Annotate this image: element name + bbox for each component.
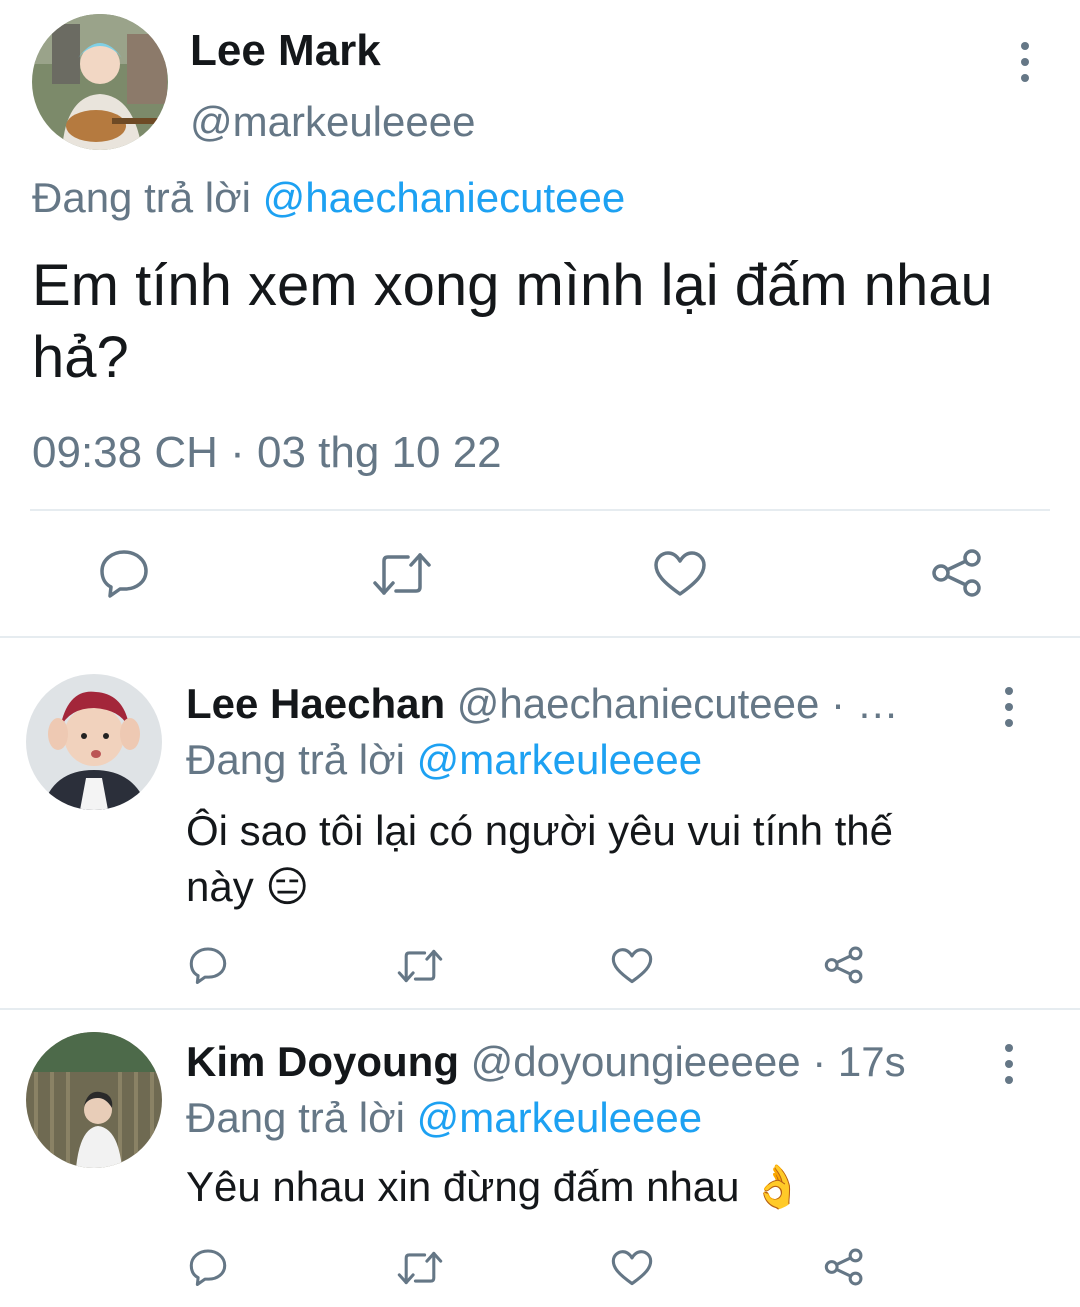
retweet-icon[interactable]: [397, 1250, 443, 1286]
inner-divider: [30, 509, 1050, 511]
replying-to: Đang trả lời @haechaniecuteee: [32, 174, 625, 222]
section-divider: [0, 1008, 1080, 1010]
author-name[interactable]: Lee Haechan: [186, 680, 445, 727]
like-icon[interactable]: [653, 550, 707, 598]
retweet-icon[interactable]: [372, 551, 432, 597]
reply-text: Yêu nhau xin đừng đấm nhau: [186, 1163, 740, 1210]
retweet-icon[interactable]: [397, 948, 443, 984]
like-icon[interactable]: [611, 1249, 653, 1287]
replying-to: Đang trả lời @markeuleeee: [186, 736, 702, 784]
tweet-text-line-1: Em tính xem xong mình lại đấm nhau: [32, 253, 993, 318]
timestamp[interactable]: 09:38 CH · 03 thg 10 22: [32, 428, 502, 478]
reply-icon[interactable]: [188, 1248, 228, 1286]
replying-to-handle[interactable]: @markeuleeee: [417, 736, 702, 783]
replying-to-handle[interactable]: @haechaniecuteee: [263, 174, 626, 221]
reply-text: này: [186, 863, 254, 910]
expressionless-emoji: 😑: [265, 862, 310, 911]
avatar[interactable]: [26, 674, 162, 810]
section-divider: [0, 636, 1080, 638]
author-handle-meta[interactable]: @haechaniecuteee · …: [457, 680, 899, 727]
author-handle-meta[interactable]: @doyoungieeeee · 17s: [471, 1038, 906, 1085]
reply-text-line-1: Ôi sao tôi lại có người yêu vui tính thế: [186, 807, 894, 854]
more-options-icon[interactable]: [1004, 687, 1014, 727]
share-icon[interactable]: [823, 945, 865, 985]
replying-prefix: Đang trả lời: [32, 174, 251, 221]
share-icon[interactable]: [823, 1247, 865, 1287]
more-options-icon[interactable]: [1020, 42, 1030, 82]
replying-prefix: Đang trả lời: [186, 1094, 405, 1141]
author-name[interactable]: Kim Doyoung: [186, 1038, 459, 1085]
more-options-icon[interactable]: [1004, 1044, 1014, 1084]
tweet-text-line-2: hả?: [32, 325, 129, 390]
reply-icon[interactable]: [98, 548, 150, 598]
share-icon[interactable]: [930, 547, 984, 599]
reply-text-line-1: Yêu nhau xin đừng đấm nhau 👌: [186, 1162, 804, 1212]
replying-to-handle[interactable]: @markeuleeee: [417, 1094, 702, 1141]
reply-text-line-2: này 😑: [186, 862, 309, 911]
author-name[interactable]: Lee Mark: [190, 26, 381, 76]
reply-icon[interactable]: [188, 946, 228, 984]
like-icon[interactable]: [611, 947, 653, 985]
reply-header: Lee Haechan @haechaniecuteee · …: [186, 680, 899, 728]
reply-header: Kim Doyoung @doyoungieeeee · 17s: [186, 1038, 906, 1086]
replying-prefix: Đang trả lời: [186, 736, 405, 783]
avatar[interactable]: [26, 1032, 162, 1168]
ok-hand-emoji: 👌: [751, 1162, 804, 1211]
replying-to: Đang trả lời @markeuleeee: [186, 1094, 702, 1142]
avatar[interactable]: [32, 14, 168, 150]
author-handle[interactable]: @markeuleeee: [190, 98, 475, 146]
